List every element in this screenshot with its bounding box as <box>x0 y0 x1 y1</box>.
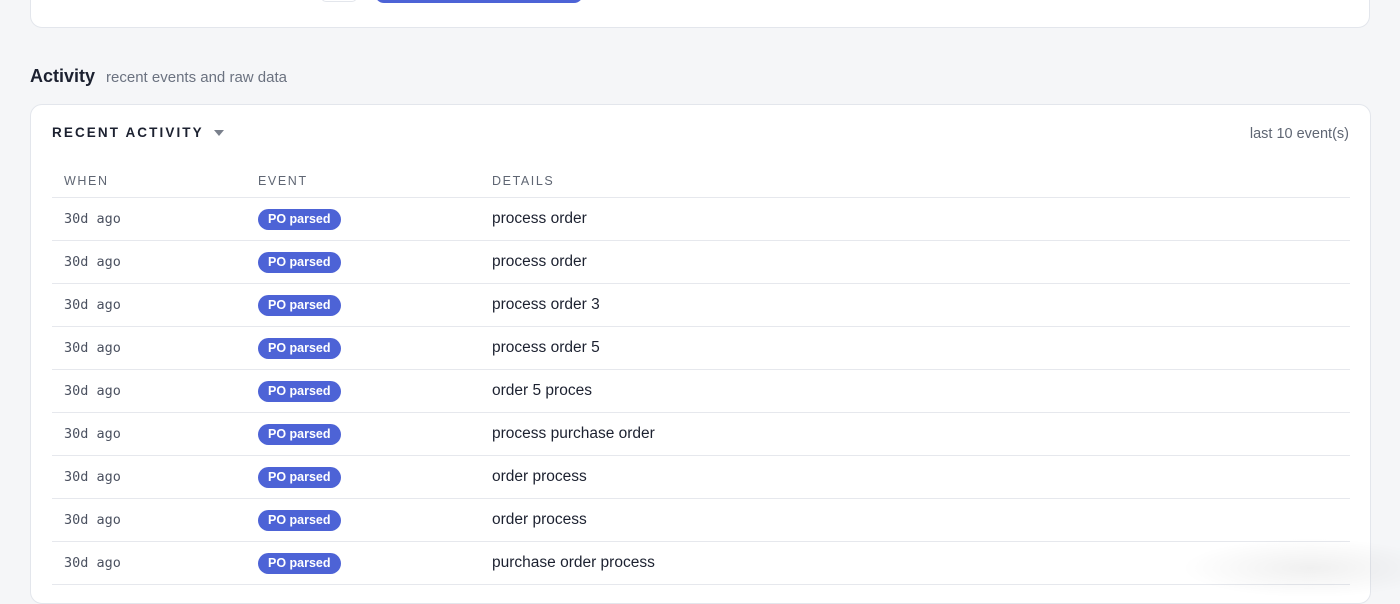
event-badge: PO parsed <box>258 294 341 316</box>
event-time: 30d ago <box>64 512 121 528</box>
event-badge: PO parsed <box>258 380 341 402</box>
event-badge: PO parsed <box>258 337 341 359</box>
event-time: 30d ago <box>64 211 121 227</box>
event-time: 30d ago <box>64 297 121 313</box>
event-cell: PO parsed <box>258 337 492 359</box>
event-details: purchase order process <box>492 554 655 571</box>
when-cell: 30d ago <box>52 554 258 572</box>
details-cell: process order <box>492 253 1350 271</box>
when-cell: 30d ago <box>52 253 258 271</box>
details-cell: order process <box>492 468 1350 486</box>
recent-activity-toggle[interactable]: RECENT ACTIVITY <box>52 125 224 140</box>
table-row: 30d ago PO parsed order 5 proces <box>52 370 1350 413</box>
event-cell: PO parsed <box>258 466 492 488</box>
event-time: 30d ago <box>64 426 121 442</box>
event-cell: PO parsed <box>258 423 492 445</box>
table-row: 30d ago PO parsed process order 5 <box>52 327 1350 370</box>
event-details: order 5 proces <box>492 382 592 399</box>
event-details: process order 5 <box>492 339 600 356</box>
event-badge: PO parsed <box>258 208 341 230</box>
table-row: 30d ago PO parsed process purchase order <box>52 413 1350 456</box>
activity-table: WHEN EVENT DETAILS 30d ago PO parsed proce… <box>52 165 1350 585</box>
event-badge: PO parsed <box>258 552 341 574</box>
table-row: 30d ago PO parsed order process <box>52 456 1350 499</box>
event-cell: PO parsed <box>258 380 492 402</box>
when-cell: 30d ago <box>52 511 258 529</box>
column-header-when: WHEN <box>64 174 109 188</box>
event-details: order process <box>492 511 587 528</box>
event-badge: PO parsed <box>258 509 341 531</box>
recent-activity-title: RECENT ACTIVITY <box>52 125 204 140</box>
table-row: 30d ago PO parsed order process <box>52 499 1350 542</box>
recent-activity-card: RECENT ACTIVITY last 10 event(s) WHEN EV… <box>30 104 1371 604</box>
details-cell: order 5 proces <box>492 382 1350 400</box>
details-cell: process order 5 <box>492 339 1350 357</box>
event-time: 30d ago <box>64 469 121 485</box>
event-badge: PO parsed <box>258 251 341 273</box>
when-cell: 30d ago <box>52 296 258 314</box>
primary-button[interactable] <box>375 0 583 3</box>
table-row: 30d ago PO parsed purchase order process <box>52 542 1350 585</box>
event-time: 30d ago <box>64 340 121 356</box>
table-header: WHEN EVENT DETAILS <box>52 165 1350 198</box>
when-cell: 30d ago <box>52 210 258 228</box>
when-cell: 30d ago <box>52 468 258 486</box>
when-cell: 30d ago <box>52 382 258 400</box>
previous-card <box>30 0 1370 28</box>
event-details: process order <box>492 210 587 227</box>
event-time: 30d ago <box>64 383 121 399</box>
event-cell: PO parsed <box>258 251 492 273</box>
event-details: order process <box>492 468 587 485</box>
when-cell: 30d ago <box>52 425 258 443</box>
activity-section-header: Activity recent events and raw data <box>30 66 287 87</box>
event-badge: PO parsed <box>258 423 341 445</box>
column-header-details: DETAILS <box>492 174 555 188</box>
event-time: 30d ago <box>64 555 121 571</box>
event-details: process order <box>492 253 587 270</box>
when-cell: 30d ago <box>52 339 258 357</box>
event-details: process order 3 <box>492 296 600 313</box>
table-row: 30d ago PO parsed process order <box>52 241 1350 284</box>
secondary-button[interactable] <box>321 0 357 2</box>
column-header-event: EVENT <box>258 174 308 188</box>
event-cell: PO parsed <box>258 509 492 531</box>
caret-down-icon <box>213 130 224 136</box>
event-count: last 10 event(s) <box>1249 126 1349 142</box>
section-subtitle: recent events and raw data <box>106 69 287 86</box>
event-cell: PO parsed <box>258 552 492 574</box>
section-title: Activity <box>30 66 96 86</box>
toast-shadow <box>1180 538 1400 598</box>
details-cell: process order 3 <box>492 296 1350 314</box>
details-cell: process purchase order <box>492 425 1350 443</box>
details-cell: process order <box>492 210 1350 228</box>
details-cell: order process <box>492 511 1350 529</box>
table-row: 30d ago PO parsed process order 3 <box>52 284 1350 327</box>
event-time: 30d ago <box>64 254 121 270</box>
event-cell: PO parsed <box>258 208 492 230</box>
table-row: 30d ago PO parsed process order <box>52 198 1350 241</box>
event-badge: PO parsed <box>258 466 341 488</box>
event-cell: PO parsed <box>258 294 492 316</box>
event-details: process purchase order <box>492 425 655 442</box>
table-body: 30d ago PO parsed process order 30d ago PO p… <box>52 198 1350 585</box>
